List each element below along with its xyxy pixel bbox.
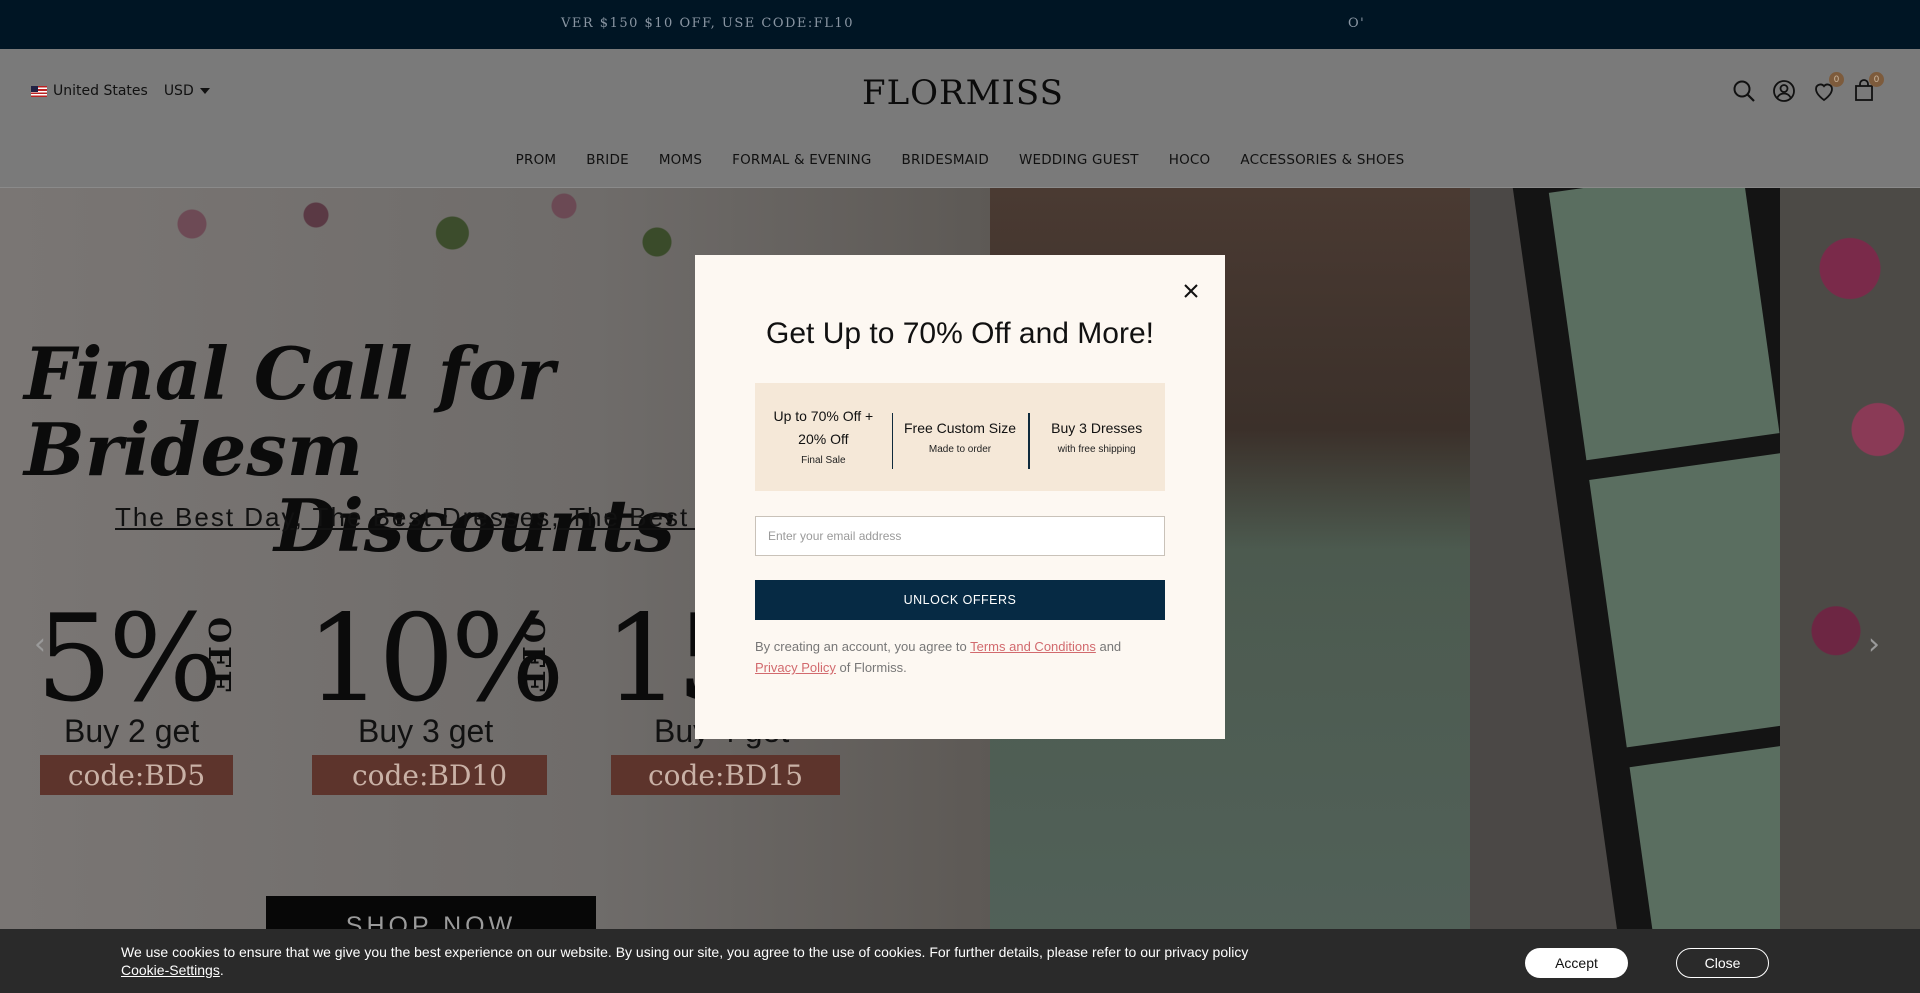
perk-subtitle: Made to order [928,443,992,455]
email-field[interactable] [755,516,1165,556]
close-icon[interactable] [1177,277,1205,305]
perk-title: Buy 3 Dresses [1051,419,1143,436]
terms-link[interactable]: Terms and Conditions [970,639,1096,654]
perk-item: Up to 70% Off + 20% Off Final Sale [755,405,892,469]
newsletter-modal: Get Up to 70% Off and More! Up to 70% Of… [695,255,1225,739]
close-cookies-button[interactable]: Close [1676,948,1769,978]
modal-title: Get Up to 70% Off and More! [766,317,1154,350]
perk-subtitle: Final Sale [801,455,846,466]
cookie-message-text: We use cookies to ensure that we give yo… [121,944,1249,960]
perk-title: Free Custom Size [903,419,1017,436]
legal-prefix: By creating an account, you agree to [755,639,971,654]
unlock-offers-button[interactable]: UNLOCK OFFERS [755,580,1165,620]
perk-item: Free Custom Size Made to order [891,412,1029,469]
legal-text: By creating an account, you agree to Ter… [755,636,1165,678]
legal-and: and [1095,639,1122,654]
perk-item: Buy 3 Dresses with free shipping [1028,412,1165,469]
perk-title: Up to 70% Off + 20% Off [773,408,874,447]
legal-suffix: of Flormiss. [835,660,907,675]
cookie-banner: We use cookies to ensure that we give yo… [0,929,1920,993]
perk-subtitle: with free shipping [1057,443,1136,455]
perks-panel: Up to 70% Off + 20% Off Final Sale Free … [755,383,1165,491]
cookie-settings-link[interactable]: Cookie-Settings [121,962,220,978]
accept-cookies-button[interactable]: Accept [1525,948,1628,978]
cookie-message: We use cookies to ensure that we give yo… [121,944,1249,978]
privacy-link[interactable]: Privacy Policy [755,660,836,675]
